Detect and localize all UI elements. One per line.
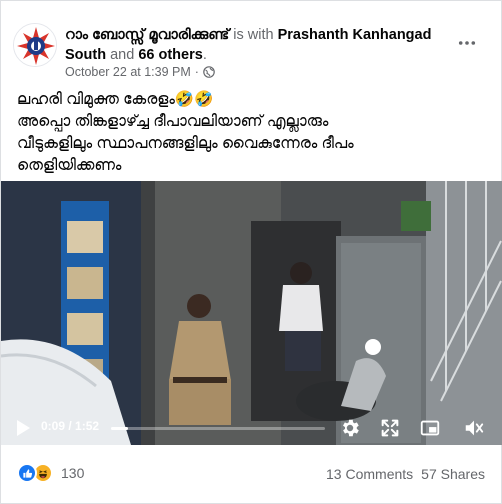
fullscreen-icon[interactable] <box>379 417 401 439</box>
shares-count-link[interactable]: 57 Shares <box>421 466 485 482</box>
video-progress-bar[interactable] <box>111 427 325 430</box>
with-text: is with <box>233 27 274 43</box>
period-text: . <box>202 47 207 63</box>
post-meta: October 22 at 1:39 PM · <box>65 65 215 79</box>
post-text: ലഹരി വിമുക്ത കേരളം🤣🤣 അപ്പൊ തിങ്കളാഴ്ച്ച … <box>17 89 487 177</box>
post-text-line: വീടുകളിലും സ്ഥാപനങ്ങളിലും വൈകുന്നേരം ദീപ… <box>17 135 354 152</box>
reaction-count: 130 <box>61 465 85 481</box>
author-name[interactable]: റാം ബോസ്സ് മൂവാരിക്കുണ്ട് <box>65 27 229 43</box>
video-frame <box>1 181 502 445</box>
post-header: റാം ബോസ്സ് മൂവാരിക്കുണ്ട് is with Prasha… <box>1 1 501 91</box>
more-options-icon[interactable] <box>455 31 479 55</box>
video-time: 0:09 / 1:52 <box>41 419 100 433</box>
video-player[interactable]: 0:09 / 1:52 <box>1 181 502 445</box>
post-text-line: ലഹരി വിമുക്ത കേരളം🤣🤣 <box>17 91 214 108</box>
comments-count-link[interactable]: 13 Comments <box>326 466 413 482</box>
meta-separator: · <box>194 65 199 79</box>
others-link[interactable]: 66 others <box>138 47 202 63</box>
author-avatar[interactable] <box>13 23 57 67</box>
post-text-line: അപ്പൊ തിങ്കളാഴ്ച്ച ദീപാവലിയാണ് എല്ലാരും <box>17 113 329 130</box>
reactions-summary[interactable]: 130 <box>17 463 84 483</box>
post-text-line: തെളിയിക്കണം <box>17 157 122 174</box>
video-progress-fill <box>111 427 129 430</box>
volume-icon[interactable] <box>463 417 485 439</box>
facebook-post: റാം ബോസ്സ് മൂവാരിക്കുണ്ട് is with Prasha… <box>0 0 502 504</box>
like-reaction-icon <box>17 463 37 483</box>
author-line: റാം ബോസ്സ് മൂവാരിക്കുണ്ട് is with Prasha… <box>65 25 445 65</box>
avatar-logo-icon <box>14 24 56 66</box>
video-controls: 0:09 / 1:52 <box>1 411 502 445</box>
picture-in-picture-icon[interactable] <box>419 417 441 439</box>
play-icon[interactable] <box>13 417 33 439</box>
post-date-link[interactable]: October 22 at 1:39 PM <box>65 65 191 79</box>
settings-icon[interactable] <box>339 417 361 439</box>
and-text: and <box>110 47 135 63</box>
engagement-counts: 13 Comments 57 Shares <box>326 466 485 482</box>
globe-icon <box>203 66 215 78</box>
